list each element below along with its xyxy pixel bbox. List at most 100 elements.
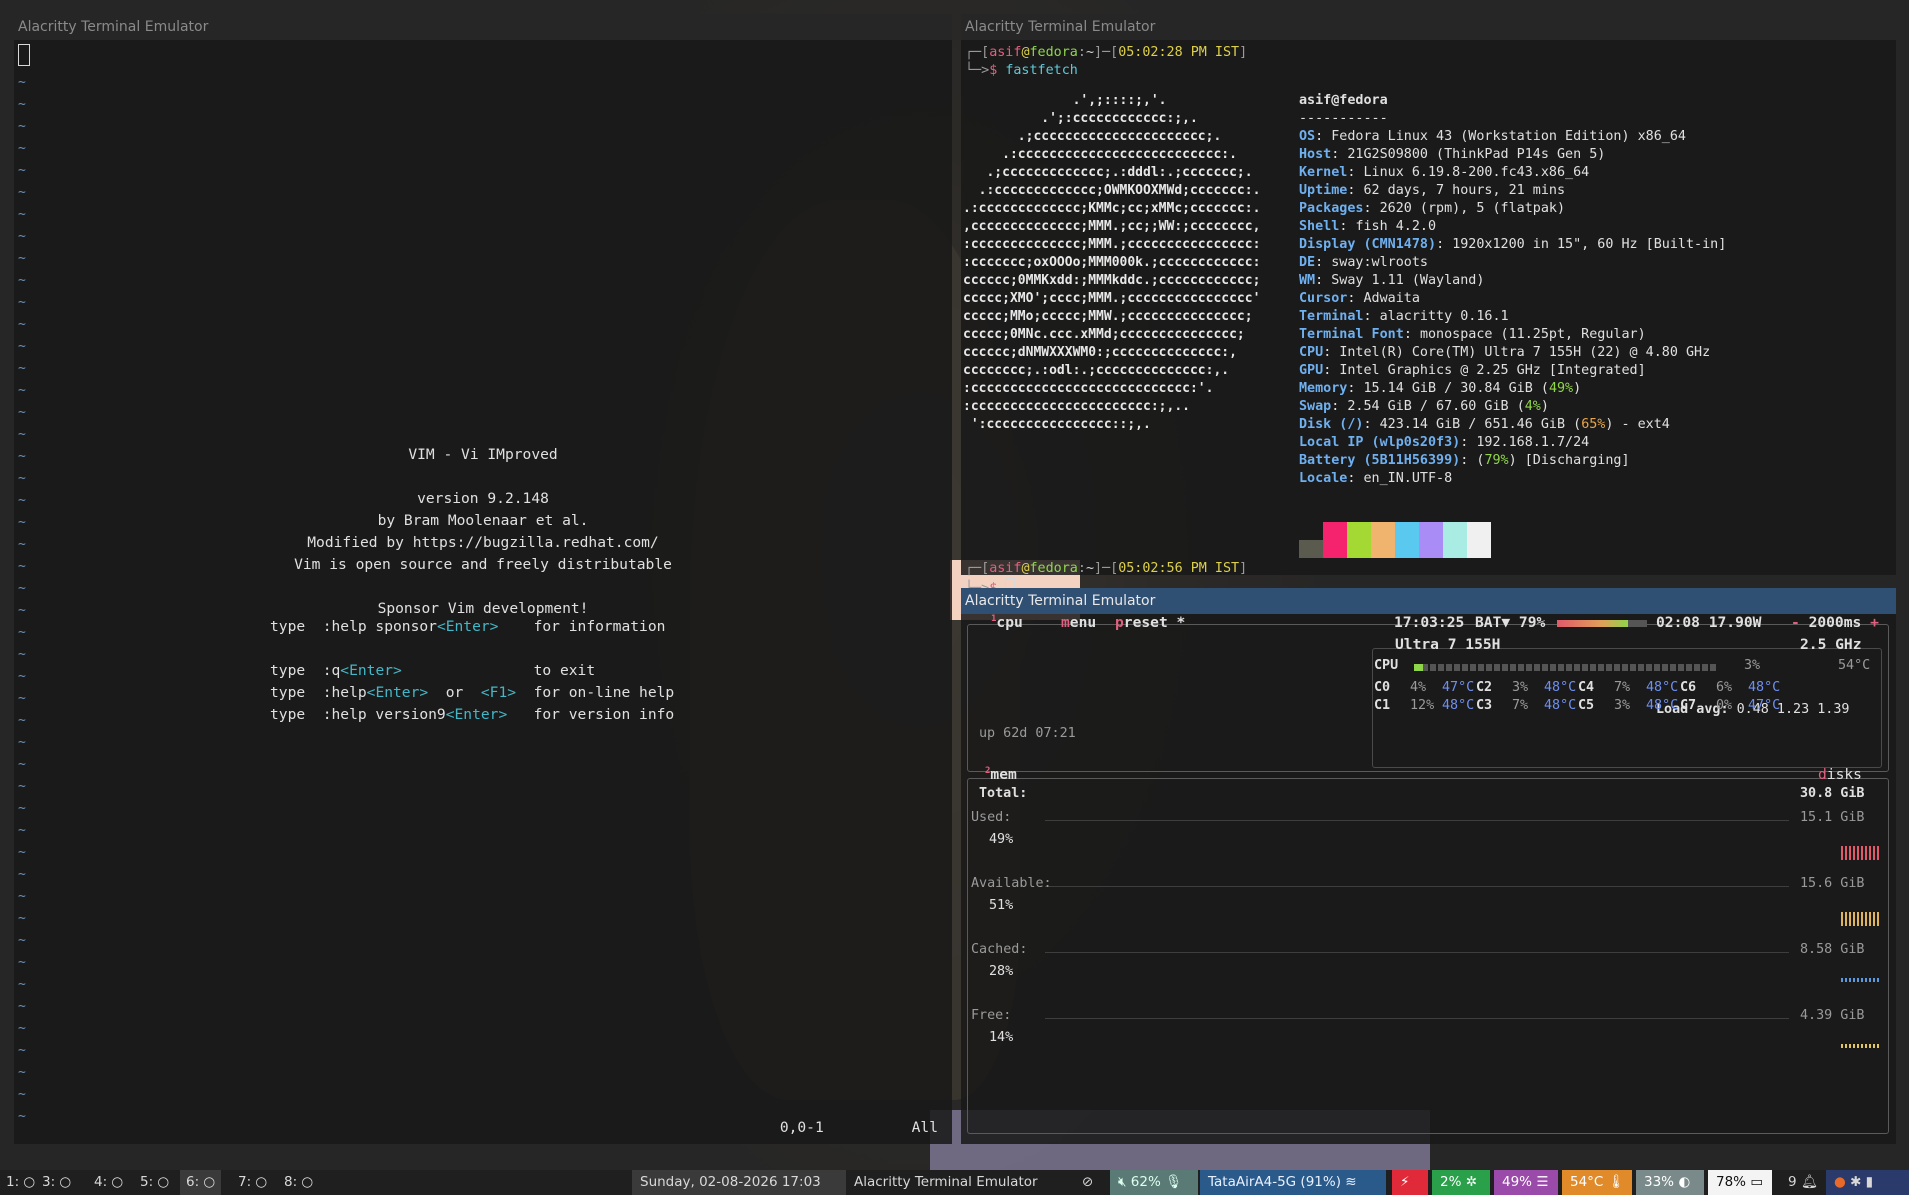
empty-line-marker: ~ (18, 97, 26, 112)
empty-line-marker: ~ (18, 251, 26, 266)
tray-network-icon[interactable]: ▮ (1866, 1174, 1873, 1190)
intro-line: VIM - Vi IMproved (408, 446, 558, 463)
workspace-button-3[interactable]: 3: ○ (36, 1170, 77, 1195)
info-row: Locale: en_IN.UTF-8 (1299, 471, 1453, 486)
temperature-widget[interactable]: 54°C 🌡︎ (1562, 1170, 1632, 1195)
info-row: Terminal Font: monospace (11.25pt, Regul… (1299, 327, 1646, 342)
workspace-app-icon: ○ (19, 1174, 36, 1190)
info-key: Host (1299, 147, 1332, 162)
workspace-number: 8: (284, 1174, 298, 1190)
mem-stat-value: 15.6 GiB (1800, 876, 1865, 891)
info-key: Locale (1299, 471, 1348, 486)
idle-inhibitor-icon[interactable]: ⊘ (1074, 1170, 1110, 1195)
fastfetch-terminal-window[interactable]: Alacritty Terminal Emulator ┌─[asif@fedo… (961, 14, 1896, 596)
disks-toggle[interactable]: disks (1818, 766, 1862, 783)
help-key: <Enter> (366, 684, 429, 701)
vim-terminal-window[interactable]: Alacritty Terminal Emulator ~ ~ ~ ~ ~ ~ ~ ~ ~ ~ ~ ~… (14, 14, 952, 1144)
empty-line-marker: ~ (18, 427, 26, 442)
empty-line-marker: ~ (18, 141, 26, 156)
info-value: 2620 (rpm), 5 (flatpak) (1379, 201, 1566, 216)
info-key: Terminal Font (1299, 327, 1404, 342)
menu-button[interactable]: menu (1061, 614, 1096, 631)
mem-stat-value: 15.1 GiB (1800, 810, 1865, 825)
empty-line-marker: ~ (18, 207, 26, 222)
workspace-number: 1: (6, 1174, 20, 1190)
help-line: type :help version9<Enter> for version i… (270, 704, 674, 726)
cpu-total-meter-fill (1414, 664, 1424, 671)
info-key: Display (CMN1478) (1299, 237, 1437, 252)
brightness-icon: ◐ (1678, 1174, 1691, 1190)
core-temp: 48°C (1544, 698, 1577, 713)
shell-prompt: ┌─[asif@fedora:~]─[05:02:56 PM IST] (965, 561, 1248, 576)
empty-line-marker: ~ (18, 977, 26, 992)
core-percent: 4% (1410, 680, 1427, 695)
core-label: C0 (1374, 680, 1391, 695)
help-line (270, 638, 674, 660)
core-percent: 3% (1512, 680, 1529, 695)
info-row: CPU: Intel(R) Core(TM) Ultra 7 155H (22)… (1299, 345, 1711, 360)
battery-label: BAT▼ 79% (1475, 614, 1546, 631)
info-key: Swap (1299, 399, 1332, 414)
firefox-icon[interactable]: ● (1834, 1174, 1846, 1190)
focused-window-title: Alacritty Terminal Emulator (854, 1174, 1038, 1190)
info-key: Disk (/) (1299, 417, 1364, 432)
workspace-app-icon: ○ (55, 1174, 72, 1190)
empty-line-marker: ~ (18, 889, 26, 904)
btop-terminal-window[interactable]: Alacritty Terminal Emulator 1cpu menu pr… (961, 588, 1896, 1144)
window-title: Alacritty Terminal Emulator (961, 588, 1896, 614)
cpu-total-label: CPU (1374, 658, 1399, 673)
empty-line-marker: ~ (18, 1087, 26, 1102)
empty-line-marker: ~ (18, 625, 26, 640)
notification-widget[interactable]: 9 🔔︎ (1780, 1170, 1820, 1195)
intro-line (14, 576, 952, 598)
workspace-button-6[interactable]: 6: ○ (180, 1170, 222, 1195)
preset-button[interactable]: preset * (1115, 614, 1185, 631)
power-profile-icon[interactable]: ⚡ (1392, 1170, 1428, 1195)
intro-line: by Bram Moolenaar et al. (377, 512, 589, 529)
core-percent: 7% (1614, 680, 1631, 695)
workspace-number: 5: (140, 1174, 154, 1190)
info-key: Kernel (1299, 165, 1348, 180)
workspace-button-8[interactable]: 8: ○ (278, 1170, 319, 1195)
info-percent: 49% (1548, 381, 1574, 396)
core-temp: 48°C (1646, 680, 1679, 695)
core-temp: 48°C (1748, 680, 1781, 695)
status-bar: 1: ○ 3: ○ 4: ○ 5: ○ 6: ○ 7: ○ 8: ○ Sunday, 02-… (0, 1170, 1909, 1195)
cpu-widget[interactable]: 2% ✲ (1432, 1170, 1490, 1195)
intro-line: Vim is open source and freely distributa… (294, 556, 672, 573)
info-key: WM (1299, 273, 1316, 288)
clock-widget[interactable]: Sunday, 02-08-2026 17:03 (632, 1170, 846, 1195)
empty-line-marker: ~ (18, 1043, 26, 1058)
info-header: asif@fedora (1299, 92, 1726, 110)
help-key: <Enter> (436, 618, 499, 635)
tray-settings-icon[interactable]: ✱ (1850, 1174, 1861, 1190)
empty-line-marker: ~ (18, 691, 26, 706)
info-key: Shell (1299, 219, 1340, 234)
info-row: Kernel: Linux 6.19.8-200.fc43.x86_64 (1299, 165, 1590, 180)
brightness-widget[interactable]: 33% ◐ (1636, 1170, 1704, 1195)
volume-widget[interactable]: 🔇︎ 62% 🎙︎ (1110, 1170, 1198, 1195)
empty-line-marker: ~ (18, 999, 26, 1014)
info-value: en_IN.UTF-8 (1363, 471, 1453, 486)
mem-stat-value: 4.39 GiB (1800, 1008, 1865, 1023)
info-row: Packages: 2620 (rpm), 5 (flatpak) (1299, 201, 1566, 216)
mem-stat-rule (1045, 820, 1789, 821)
command-line: └─>$ fastfetch (965, 63, 1078, 78)
wifi-widget[interactable]: TataAirA4-5G (91%) ≋ (1200, 1170, 1386, 1195)
update-interval[interactable]: - 2000ms + (1791, 614, 1879, 631)
tab-mem[interactable]: 2mem (985, 766, 1017, 783)
scroll-position: All (911, 1119, 938, 1136)
help-key: <Enter> (340, 662, 402, 679)
tab-cpu[interactable]: 1cpu (991, 614, 1023, 631)
memory-widget[interactable]: 49% ☰ (1494, 1170, 1558, 1195)
workspace-button-4[interactable]: 4: ○ (88, 1170, 129, 1195)
battery-widget[interactable]: 78% ▭ (1708, 1170, 1772, 1195)
intro-line: version 9.2.148 (417, 490, 549, 507)
workspace-button-5[interactable]: 5: ○ (134, 1170, 175, 1195)
core-temp: 48°C (1544, 680, 1577, 695)
core-temp: 47°C (1748, 698, 1781, 713)
help-key: <F1> (480, 684, 517, 701)
info-row: GPU: Intel Graphics @ 2.25 GHz [Integrat… (1299, 363, 1646, 378)
workspace-button-7[interactable]: 7: ○ (232, 1170, 273, 1195)
vim-ruler: 0,0-1 All (780, 1119, 938, 1136)
